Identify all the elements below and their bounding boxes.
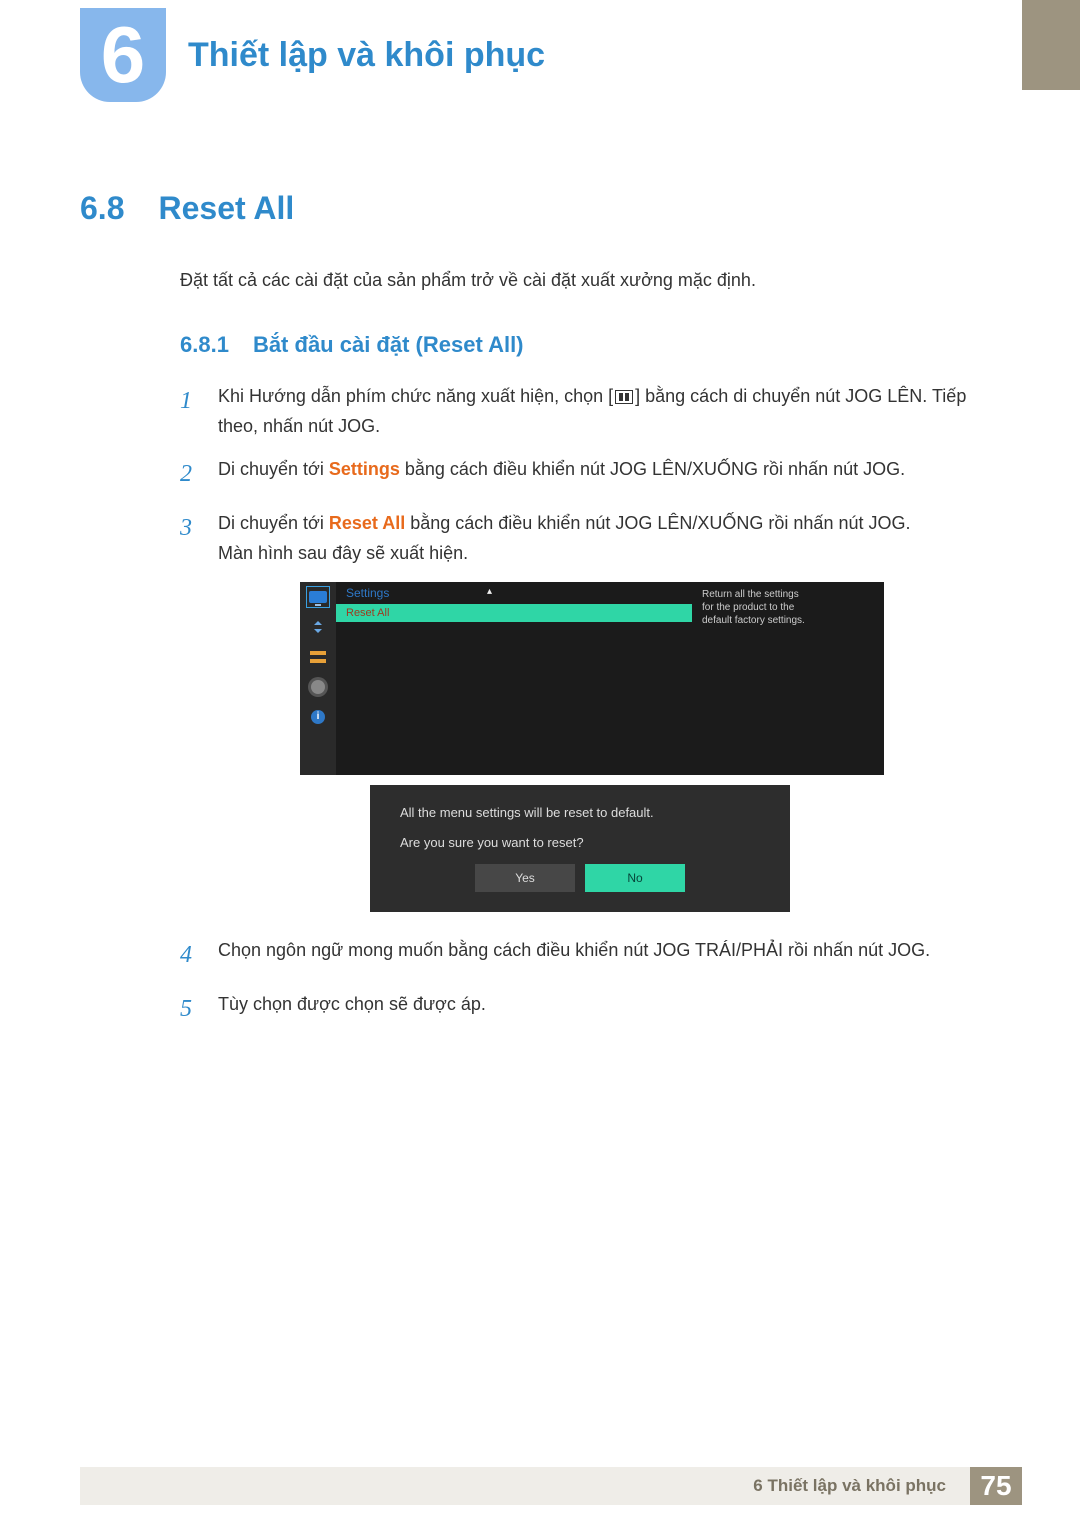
step-text: bằng cách điều khiển nút JOG LÊN/XUỐNG r… (405, 513, 910, 533)
osd-menu-screenshot: i Settings Reset All Return all the sett… (300, 582, 884, 775)
osd-item-reset-all: Reset All (336, 604, 692, 622)
chapter-title: Thiết lập và khôi phục (188, 36, 545, 75)
osd-menu-icon (306, 646, 330, 668)
step-1: 1 Khi Hướng dẫn phím chức năng xuất hiện… (180, 382, 1000, 441)
section-title: Reset All (158, 190, 294, 227)
dialog-yes-button: Yes (475, 864, 575, 892)
step-text: Chọn ngôn ngữ mong muốn bằng cách điều k… (218, 936, 1000, 976)
reset-confirmation-dialog: All the menu settings will be reset to d… (370, 785, 790, 912)
step-text-extra: Màn hình sau đây sẽ xuất hiện. (218, 539, 1000, 569)
step-4: 4 Chọn ngôn ngữ mong muốn bằng cách điều… (180, 936, 1000, 976)
step-text: bằng cách điều khiển nút JOG LÊN/XUỐNG r… (400, 459, 905, 479)
step-2: 2 Di chuyển tới Settings bằng cách điều … (180, 455, 1000, 495)
footer-chapter-ref: 6 Thiết lập và khôi phục (753, 1476, 956, 1496)
step-text: Tùy chọn được chọn sẽ được áp. (218, 990, 1000, 1030)
osd-tip-line: Return all the settings (702, 588, 874, 601)
step-5: 5 Tùy chọn được chọn sẽ được áp. (180, 990, 1000, 1030)
osd-settings-icon (306, 676, 330, 698)
step-text: Di chuyển tới (218, 513, 329, 533)
osd-sidebar: i (300, 582, 336, 775)
step-number: 2 (180, 455, 200, 495)
subsection-number: 6.8.1 (180, 332, 229, 358)
page-footer: 6 Thiết lập và khôi phục 75 (80, 1467, 1022, 1505)
step-3: 3 Di chuyển tới Reset All bằng cách điều… (180, 509, 1000, 568)
page-corner-stripe (1022, 0, 1080, 90)
step-number: 1 (180, 382, 200, 441)
dialog-message-line: Are you sure you want to reset? (400, 833, 760, 853)
section-intro: Đặt tất cả các cài đặt của sản phẩm trở … (180, 267, 1000, 294)
menu-icon (615, 390, 633, 404)
osd-info-icon: i (306, 706, 330, 728)
step-number: 3 (180, 509, 200, 568)
osd-description: Return all the settings for the product … (692, 582, 884, 775)
keyword-reset-all: Reset All (329, 513, 405, 533)
step-text: Khi Hướng dẫn phím chức năng xuất hiện, … (218, 386, 613, 406)
dialog-no-button: No (585, 864, 685, 892)
subsection-title: Bắt đầu cài đặt (Reset All) (253, 332, 524, 358)
osd-tip-line: for the product to the (702, 601, 874, 614)
step-text: Di chuyển tới (218, 459, 329, 479)
step-number: 5 (180, 990, 200, 1030)
chapter-number-badge: 6 (80, 8, 166, 102)
keyword-settings: Settings (329, 459, 400, 479)
section-number: 6.8 (80, 190, 124, 227)
osd-heading: Settings (336, 582, 692, 604)
osd-tip-line: default factory settings. (702, 614, 874, 627)
footer-page-number: 75 (970, 1467, 1022, 1505)
osd-position-icon (306, 616, 330, 638)
step-number: 4 (180, 936, 200, 976)
osd-picture-icon (306, 586, 330, 608)
dialog-message-line: All the menu settings will be reset to d… (400, 803, 760, 823)
